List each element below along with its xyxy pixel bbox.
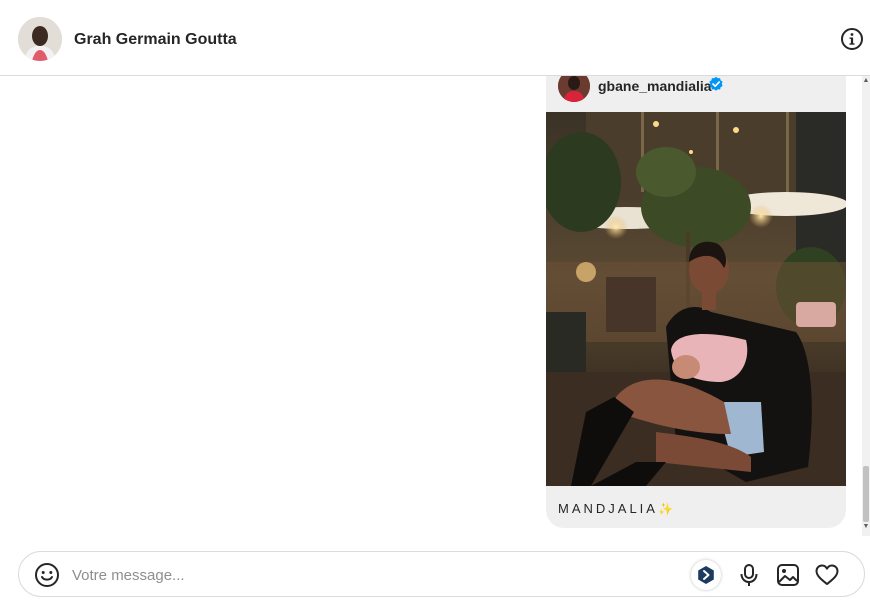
scrollbar-thumb[interactable] bbox=[863, 466, 869, 522]
smiley-icon[interactable] bbox=[34, 562, 60, 588]
heart-icon[interactable] bbox=[814, 562, 840, 588]
ai-assistant-icon bbox=[698, 566, 714, 584]
verified-badge-icon bbox=[709, 76, 723, 91]
post-author-username[interactable]: gbane_mandialia bbox=[598, 78, 712, 94]
message-composer bbox=[18, 551, 865, 597]
photo-image bbox=[546, 112, 846, 486]
info-icon[interactable] bbox=[840, 27, 864, 51]
shared-post-card[interactable]: gbane_mandialia MANDJALIA✨ bbox=[546, 76, 846, 528]
post-caption: MANDJALIA✨ bbox=[558, 501, 673, 516]
chat-header: Grah Germain Goutta bbox=[0, 0, 870, 76]
image-icon[interactable] bbox=[775, 562, 801, 588]
scroll-down-arrow-icon[interactable]: ▼ bbox=[862, 522, 870, 532]
user-avatar-icon bbox=[18, 17, 62, 61]
caption-text: MANDJALIA bbox=[558, 501, 658, 516]
scroll-up-arrow-icon[interactable]: ▲ bbox=[862, 76, 870, 86]
contact-avatar[interactable] bbox=[18, 17, 62, 61]
post-author-avatar[interactable] bbox=[558, 76, 590, 102]
microphone-icon[interactable] bbox=[736, 562, 762, 588]
post-photo[interactable] bbox=[546, 112, 846, 486]
thread-scrollbar[interactable]: ▲ ▼ bbox=[862, 76, 870, 536]
author-avatar-icon bbox=[558, 76, 590, 102]
contact-name[interactable]: Grah Germain Goutta bbox=[74, 31, 237, 49]
ai-assistant-button[interactable] bbox=[691, 560, 721, 590]
message-thread: gbane_mandialia MANDJALIA✨ bbox=[0, 76, 862, 536]
sparkle-emoji-icon: ✨ bbox=[657, 502, 673, 516]
message-input[interactable] bbox=[70, 562, 634, 588]
